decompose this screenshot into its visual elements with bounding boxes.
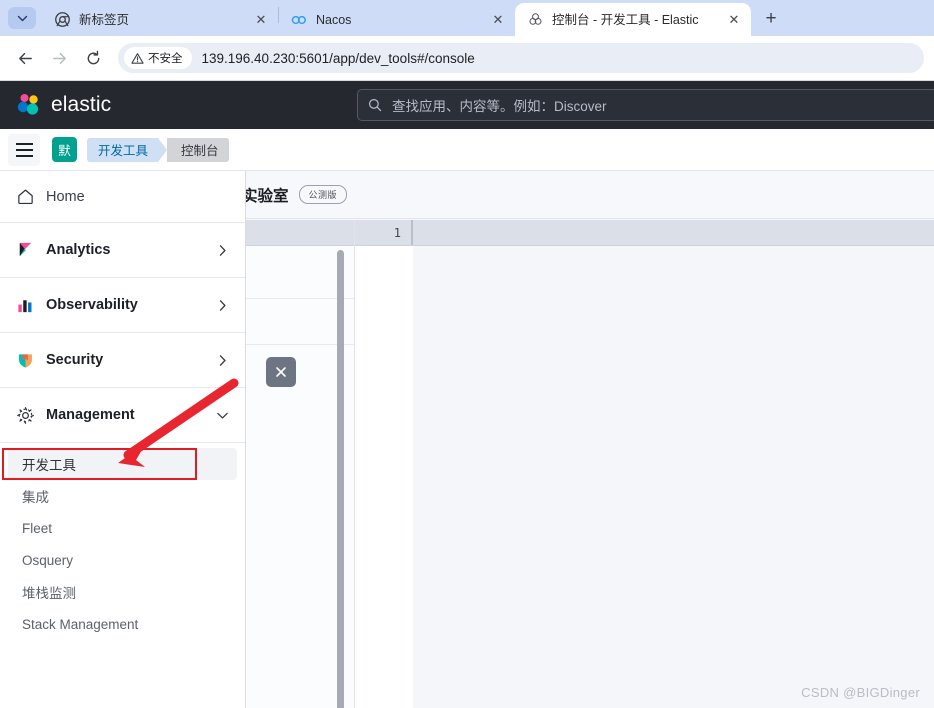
close-flyout-button[interactable] (266, 357, 296, 387)
reload-icon (87, 50, 99, 64)
new-tab-button[interactable]: + (757, 5, 785, 33)
console-response-panel[interactable]: 1 (355, 220, 934, 708)
arrow-left-icon (18, 52, 32, 64)
global-search-placeholder: 查找应用、内容等。例如：Discover (392, 99, 607, 114)
tab-close-button[interactable]: ✕ (725, 11, 743, 29)
sidebar-item-analytics[interactable]: Analytics (0, 223, 245, 278)
elastic-brand-label: elastic (51, 93, 112, 116)
browser-tab-strip: 新标签页 ✕ Nacos ✕ 控制台 - 开发工具 - Elastic ✕ + (0, 0, 934, 36)
browser-toolbar: 不安全 139.196.40.230:5601/app/dev_tools#/c… (0, 36, 934, 81)
global-search-input[interactable]: 查找应用、内容等。例如：Discover (357, 89, 934, 121)
chrome-icon (54, 12, 70, 28)
response-gutter (355, 246, 413, 708)
sidebar-item-management[interactable]: Management (0, 388, 245, 443)
nacos-icon (291, 12, 307, 28)
browser-tab-2[interactable]: 控制台 - 开发工具 - Elastic ✕ (515, 3, 751, 36)
browser-tab-1[interactable]: Nacos ✕ (279, 3, 515, 36)
warning-triangle-icon (131, 52, 144, 64)
sidebar-item-home[interactable]: Home (0, 171, 245, 223)
browser-tab-0[interactable]: 新标签页 ✕ (42, 3, 278, 36)
chevron-right-icon (216, 299, 229, 312)
elastic-icon (527, 12, 543, 28)
navigation-flyout: Home Analytics Observability Security Ma… (0, 171, 246, 708)
sidebar-item-fleet[interactable]: Fleet (8, 512, 237, 544)
sidebar-item-observability[interactable]: Observability (0, 278, 245, 333)
browser-tab-title: 新标签页 (79, 12, 130, 27)
sidebar-item-home-label: Home (46, 188, 85, 205)
gear-icon (14, 404, 36, 426)
status-badge: 公测版 (298, 185, 348, 204)
analytics-icon (14, 239, 36, 261)
response-content[interactable] (413, 246, 934, 708)
browser-tab-title: 控制台 - 开发工具 - Elastic (552, 12, 699, 27)
reload-button[interactable] (78, 43, 108, 73)
sidebar-item-security[interactable]: Security (0, 333, 245, 388)
chevron-right-icon (216, 244, 229, 257)
tab-close-button[interactable]: ✕ (252, 11, 270, 29)
breadcrumb-item-console[interactable]: 控制台 (167, 137, 229, 162)
forward-button[interactable] (44, 43, 74, 73)
watermark: CSDN @BIGDinger (801, 685, 920, 700)
sidebar-item-osquery[interactable]: Osquery (8, 544, 237, 576)
breadcrumb-bar: 默 开发工具 控制台 (0, 129, 934, 171)
response-body (355, 246, 934, 708)
page-body: Grok Debugger Painless 实验室 公测版 pretty re… (0, 171, 934, 708)
sidebar-item-security-label: Security (46, 352, 104, 368)
tab-search-button[interactable] (8, 7, 36, 29)
sidebar-item-dev-tools[interactable]: 开发工具 (8, 448, 237, 480)
browser-tab-title: Nacos (316, 12, 352, 27)
chevron-down-icon (216, 409, 229, 422)
tab-close-button[interactable]: ✕ (489, 11, 507, 29)
sidebar-item-management-label: Management (46, 407, 135, 423)
security-icon (14, 349, 36, 371)
back-button[interactable] (10, 43, 40, 73)
search-icon (368, 98, 382, 112)
request-editor-scrollbar[interactable] (337, 250, 344, 708)
management-submenu: 开发工具 集成 Fleet Osquery 堆栈监测 Stack Managem… (0, 443, 245, 640)
hamburger-icon[interactable] (8, 133, 40, 166)
chevron-down-icon (17, 15, 27, 21)
sidebar-item-stack-management[interactable]: Stack Management (8, 608, 237, 640)
home-icon (14, 186, 36, 208)
sidebar-item-analytics-label: Analytics (46, 242, 111, 258)
sidebar-item-integrations[interactable]: 集成 (8, 480, 237, 512)
arrow-right-icon (52, 52, 66, 64)
breadcrumb-item-devtools[interactable]: 开发工具 (87, 137, 168, 162)
security-chip[interactable]: 不安全 (124, 47, 192, 69)
response-line-number: 1 (355, 220, 413, 245)
elastic-header: elastic 查找应用、内容等。例如：Discover (0, 81, 934, 129)
sidebar-item-stack-monitoring[interactable]: 堆栈监测 (8, 576, 237, 608)
sidebar-item-observability-label: Observability (46, 297, 138, 313)
elastic-logo-icon (17, 94, 39, 115)
security-label: 不安全 (148, 53, 183, 65)
observability-icon (14, 294, 36, 316)
url-text: 139.196.40.230:5601/app/dev_tools#/conso… (201, 50, 475, 66)
response-panel-header: 1 (355, 220, 934, 246)
close-icon (276, 367, 286, 377)
elastic-brand[interactable]: elastic (16, 92, 111, 118)
address-bar[interactable]: 不安全 139.196.40.230:5601/app/dev_tools#/c… (118, 43, 924, 73)
chevron-right-icon (216, 354, 229, 367)
space-badge[interactable]: 默 (52, 137, 77, 162)
breadcrumb: 开发工具 控制台 (87, 137, 229, 162)
